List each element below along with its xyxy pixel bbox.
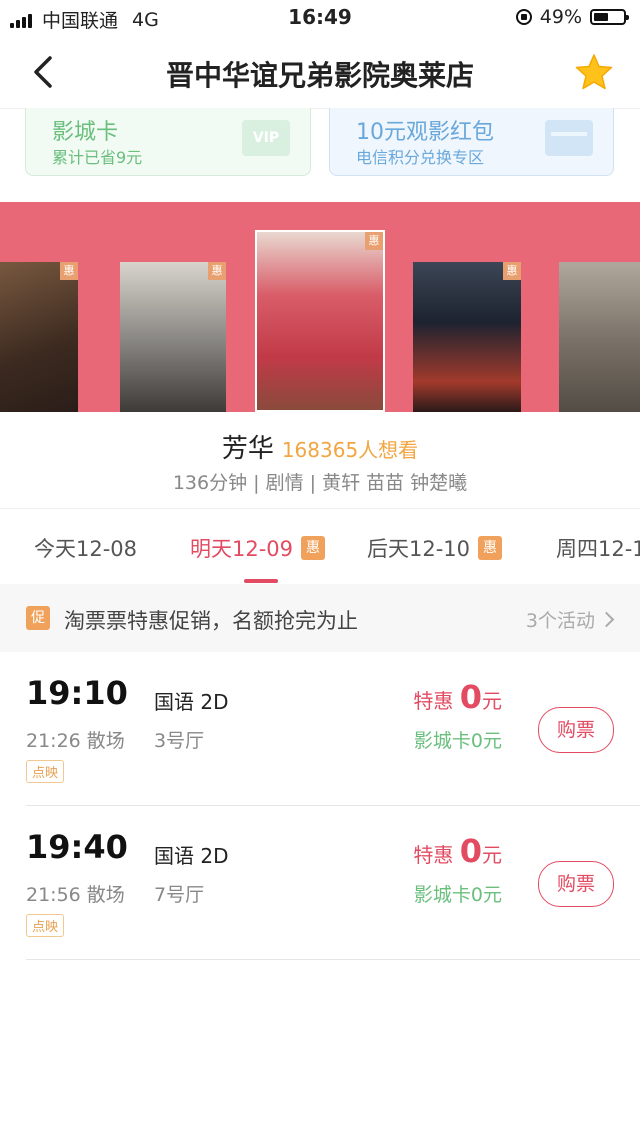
special-price: 特惠 0元 (413, 832, 502, 870)
movie-poster[interactable]: 惠 (413, 262, 521, 412)
promo-banner[interactable]: 促 淘票票特惠促销，名额抢完为止 3个活动 (0, 584, 640, 652)
discount-badge: 惠 (301, 536, 326, 560)
movie-title: 芳华 (221, 434, 274, 464)
price-unit: 元 (482, 843, 502, 867)
date-tab-day-after[interactable]: 后天12-10 惠 (367, 533, 503, 563)
buy-ticket-button[interactable]: 购票 (538, 861, 614, 907)
start-time: 19:10 (26, 674, 128, 712)
hall: 7号厅 (154, 884, 205, 906)
movie-poster[interactable]: 惠 (0, 262, 78, 412)
cinema-card-title: 影城卡 (52, 120, 119, 145)
bank-card-icon (545, 120, 593, 156)
red-packet-title: 10元观影红包 (356, 120, 494, 145)
preview-tag: 点映 (26, 760, 65, 783)
preview-tag: 点映 (26, 914, 65, 937)
date-tab-label: 今天12-08 (34, 537, 138, 561)
discount-tag: 惠 (503, 262, 521, 280)
promo-text: 淘票票特惠促销，名额抢完为止 (64, 609, 358, 633)
divider (26, 959, 640, 960)
movie-poster-selected[interactable]: 惠 (255, 230, 385, 412)
red-packet-subtitle: 电信积分兑换专区 (356, 148, 485, 167)
language-format: 国语 2D (154, 844, 229, 868)
buy-ticket-button[interactable]: 购票 (538, 707, 614, 753)
promo-badge: 促 (26, 606, 50, 630)
price-value: 0 (459, 832, 482, 870)
special-price: 特惠 0元 (413, 678, 502, 716)
active-tab-indicator (244, 579, 278, 583)
nav-bar: 晋中华谊兄弟影院奥莱店 (0, 36, 640, 109)
card-price: 影城卡0元 (413, 730, 502, 752)
discount-badge: 惠 (478, 536, 503, 560)
cinema-card-subtitle: 累计已省9元 (52, 148, 143, 167)
promo-count: 3个活动 (525, 610, 595, 632)
movie-info: 芳华 168365人想看 136分钟 | 剧情 | 黄轩 苗苗 钟楚曦 (0, 412, 640, 508)
battery-percent: 49% (539, 6, 582, 28)
movie-poster[interactable]: 惠 (120, 262, 226, 412)
language-format: 国语 2D (154, 690, 229, 714)
card-price: 影城卡0元 (413, 884, 502, 906)
price-label: 特惠 (413, 843, 454, 867)
showtime-row: 19:10 国语 2D 21:26 散场 3号厅 点映 特惠 0元 影城卡0元 … (0, 652, 640, 806)
movie-description: 136分钟 | 剧情 | 黄轩 苗苗 钟楚曦 (172, 472, 468, 494)
promo-more[interactable]: 3个活动 (525, 606, 615, 633)
poster-carousel[interactable]: 惠 惠 惠 惠 (0, 202, 640, 412)
discount-tag: 惠 (60, 262, 78, 280)
date-tab-tomorrow[interactable]: 明天12-09 惠 (190, 533, 326, 563)
hall: 3号厅 (154, 730, 205, 752)
want-count: 168365人想看 (281, 438, 419, 462)
price-unit: 元 (482, 689, 502, 713)
movie-poster[interactable] (559, 262, 640, 412)
cinema-card-entry[interactable]: 影城卡 累计已省9元 VIP (25, 108, 311, 176)
date-tab-today[interactable]: 今天12-08 (34, 533, 137, 563)
vip-card-icon: VIP (242, 120, 290, 156)
chevron-right-icon (598, 611, 615, 628)
card-row: 影城卡 累计已省9元 VIP 10元观影红包 电信积分兑换专区 (0, 108, 640, 202)
end-time: 21:56 散场 (26, 884, 125, 906)
red-packet-entry[interactable]: 10元观影红包 电信积分兑换专区 (329, 108, 614, 176)
price-value: 0 (459, 678, 482, 716)
date-tab-label: 明天12-09 (190, 537, 294, 561)
page-title: 晋中华谊兄弟影院奥莱店 (165, 59, 474, 92)
status-bar: 中国联通 4G 16:49 49% (0, 0, 640, 36)
rotation-lock-icon (515, 9, 532, 25)
date-tabs: 今天12-08 明天12-09 惠 后天12-10 惠 周四12-11 (0, 508, 640, 586)
showtime-row: 19:40 国语 2D 21:56 散场 7号厅 点映 特惠 0元 影城卡0元 … (0, 806, 640, 960)
start-time: 19:40 (26, 828, 128, 866)
price-label: 特惠 (413, 689, 454, 713)
date-tab-label: 后天12-10 (367, 537, 471, 561)
discount-tag: 惠 (208, 262, 226, 280)
date-tab-label: 周四12-11 (556, 537, 640, 561)
discount-tag: 惠 (365, 232, 383, 250)
end-time: 21:26 散场 (26, 730, 125, 752)
battery-icon (590, 9, 629, 25)
favorite-star-icon[interactable] (574, 52, 614, 92)
date-tab-thursday[interactable]: 周四12-11 (556, 533, 640, 563)
